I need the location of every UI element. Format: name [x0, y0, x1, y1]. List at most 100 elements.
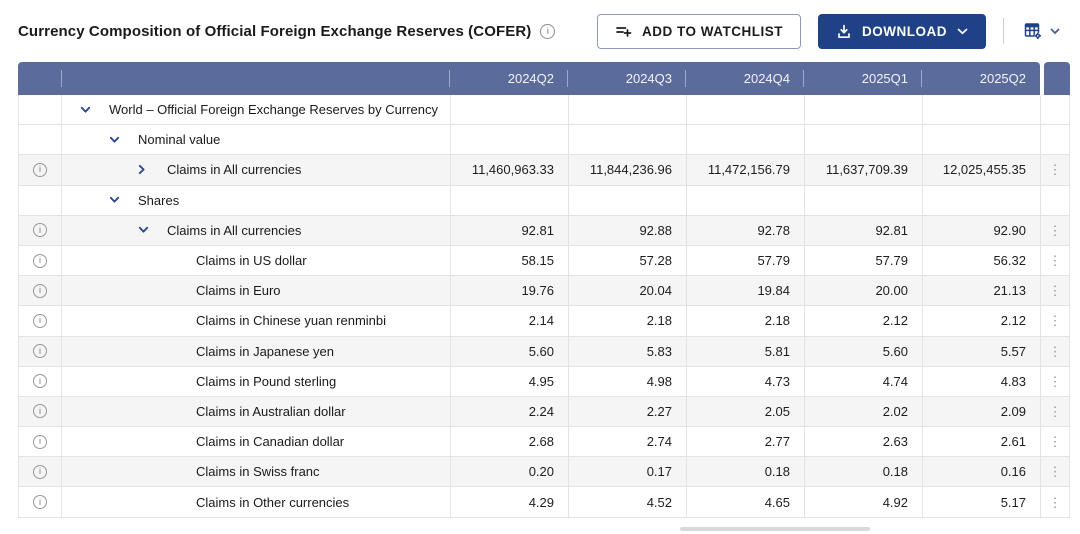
row-label: World – Official Foreign Exchange Reserv…: [109, 102, 438, 117]
value-cell: 4.29: [450, 487, 568, 516]
value-cell: 5.83: [568, 337, 686, 366]
title-info-icon[interactable]: i: [540, 24, 555, 39]
value-cell: 2.12: [922, 306, 1040, 335]
value-cell: [804, 125, 922, 154]
row-info-cell: i: [18, 457, 62, 486]
row-info-cell: i: [18, 427, 62, 456]
row-info-cell: [18, 186, 62, 215]
value-cell: 19.84: [686, 276, 804, 305]
table-row: iClaims in Swiss franc0.200.170.180.180.…: [18, 457, 1070, 487]
row-actions-cell: ⋮: [1040, 337, 1070, 366]
value-cell: [568, 125, 686, 154]
info-icon[interactable]: i: [33, 465, 47, 479]
value-cell: 2.09: [922, 397, 1040, 426]
chevron-down-icon[interactable]: [109, 136, 138, 144]
ellipsis-icon[interactable]: ⋮: [1049, 496, 1062, 509]
row-actions-cell: ⋮: [1040, 246, 1070, 275]
table-row: iClaims in All currencies11,460,963.3311…: [18, 155, 1070, 185]
row-label-cell: Claims in All currencies: [62, 155, 450, 184]
row-label-cell: World – Official Foreign Exchange Reserv…: [62, 95, 450, 124]
ellipsis-icon[interactable]: ⋮: [1049, 375, 1062, 388]
info-icon[interactable]: i: [33, 163, 47, 177]
info-icon[interactable]: i: [33, 404, 47, 418]
ellipsis-icon[interactable]: ⋮: [1049, 405, 1062, 418]
row-label: Claims in Japanese yen: [196, 344, 334, 359]
chevron-right-icon[interactable]: [138, 164, 167, 175]
value-cell: [922, 186, 1040, 215]
ellipsis-icon[interactable]: ⋮: [1049, 345, 1062, 358]
value-cell: [568, 186, 686, 215]
table-row: iClaims in Euro19.7620.0419.8420.0021.13…: [18, 276, 1070, 306]
ellipsis-icon[interactable]: ⋮: [1049, 224, 1062, 237]
row-label: Claims in Chinese yuan renminbi: [196, 313, 386, 328]
value-cell: 5.81: [686, 337, 804, 366]
value-cell: 2.68: [450, 427, 568, 456]
value-cell: 12,025,455.35: [922, 155, 1040, 184]
row-info-cell: i: [18, 216, 62, 245]
cofer-table: 2024Q2 2024Q3 2024Q4 2025Q1 2025Q2 World…: [18, 62, 1070, 518]
value-cell: 5.57: [922, 337, 1040, 366]
chevron-down-icon[interactable]: [138, 226, 167, 234]
info-icon[interactable]: i: [33, 374, 47, 388]
info-icon[interactable]: i: [33, 344, 47, 358]
row-label: Shares: [138, 193, 179, 208]
value-cell: 57.79: [686, 246, 804, 275]
info-icon[interactable]: i: [33, 223, 47, 237]
value-cell: 4.98: [568, 367, 686, 396]
horizontal-scrollbar[interactable]: [680, 527, 870, 531]
table-row: iClaims in Canadian dollar2.682.742.772.…: [18, 427, 1070, 457]
value-cell: 57.79: [804, 246, 922, 275]
chevron-down-icon: [957, 28, 968, 35]
table-settings-icon: [1023, 21, 1043, 41]
ellipsis-icon[interactable]: ⋮: [1049, 254, 1062, 267]
value-cell: [804, 95, 922, 124]
add-to-watchlist-button[interactable]: ADD TO WATCHLIST: [597, 14, 801, 49]
chevron-down-icon[interactable]: [109, 196, 138, 204]
download-button[interactable]: DOWNLOAD: [818, 14, 986, 49]
row-info-cell: [18, 95, 62, 124]
value-cell: 2.12: [804, 306, 922, 335]
column-header: 2024Q4: [686, 62, 804, 95]
info-icon[interactable]: i: [33, 254, 47, 268]
ellipsis-icon[interactable]: ⋮: [1049, 435, 1062, 448]
ellipsis-icon[interactable]: ⋮: [1049, 314, 1062, 327]
value-cell: 0.18: [804, 457, 922, 486]
value-cell: 4.92: [804, 487, 922, 516]
toolbar-divider: [1003, 18, 1004, 44]
value-cell: 2.24: [450, 397, 568, 426]
column-header: 2025Q2: [922, 62, 1040, 95]
info-icon[interactable]: i: [33, 314, 47, 328]
value-cell: 2.18: [686, 306, 804, 335]
row-label: Claims in Euro: [196, 283, 281, 298]
header-label-column: [62, 62, 450, 95]
info-icon[interactable]: i: [33, 435, 47, 449]
value-cell: 4.52: [568, 487, 686, 516]
value-cell: [568, 95, 686, 124]
value-cell: 0.20: [450, 457, 568, 486]
value-cell: 4.65: [686, 487, 804, 516]
ellipsis-icon[interactable]: ⋮: [1049, 163, 1062, 176]
value-cell: 20.00: [804, 276, 922, 305]
row-info-cell: i: [18, 155, 62, 184]
value-cell: 2.77: [686, 427, 804, 456]
row-label-cell: Claims in US dollar: [62, 246, 450, 275]
info-icon[interactable]: i: [33, 495, 47, 509]
playlist-add-icon: [615, 23, 632, 39]
table-settings-button[interactable]: [1021, 19, 1062, 43]
value-cell: [804, 186, 922, 215]
value-cell: [450, 125, 568, 154]
table-row: iClaims in All currencies92.8192.8892.78…: [18, 216, 1070, 246]
ellipsis-icon[interactable]: ⋮: [1049, 465, 1062, 478]
download-icon: [836, 23, 852, 39]
chevron-down-icon[interactable]: [80, 106, 109, 114]
value-cell: [922, 125, 1040, 154]
ellipsis-icon[interactable]: ⋮: [1049, 284, 1062, 297]
row-info-cell: i: [18, 306, 62, 335]
value-cell: 19.76: [450, 276, 568, 305]
value-cell: 4.73: [686, 367, 804, 396]
value-cell: [686, 125, 804, 154]
row-label-cell: Claims in Canadian dollar: [62, 427, 450, 456]
value-cell: 2.61: [922, 427, 1040, 456]
table-row: iClaims in Pound sterling4.954.984.734.7…: [18, 367, 1070, 397]
info-icon[interactable]: i: [33, 284, 47, 298]
